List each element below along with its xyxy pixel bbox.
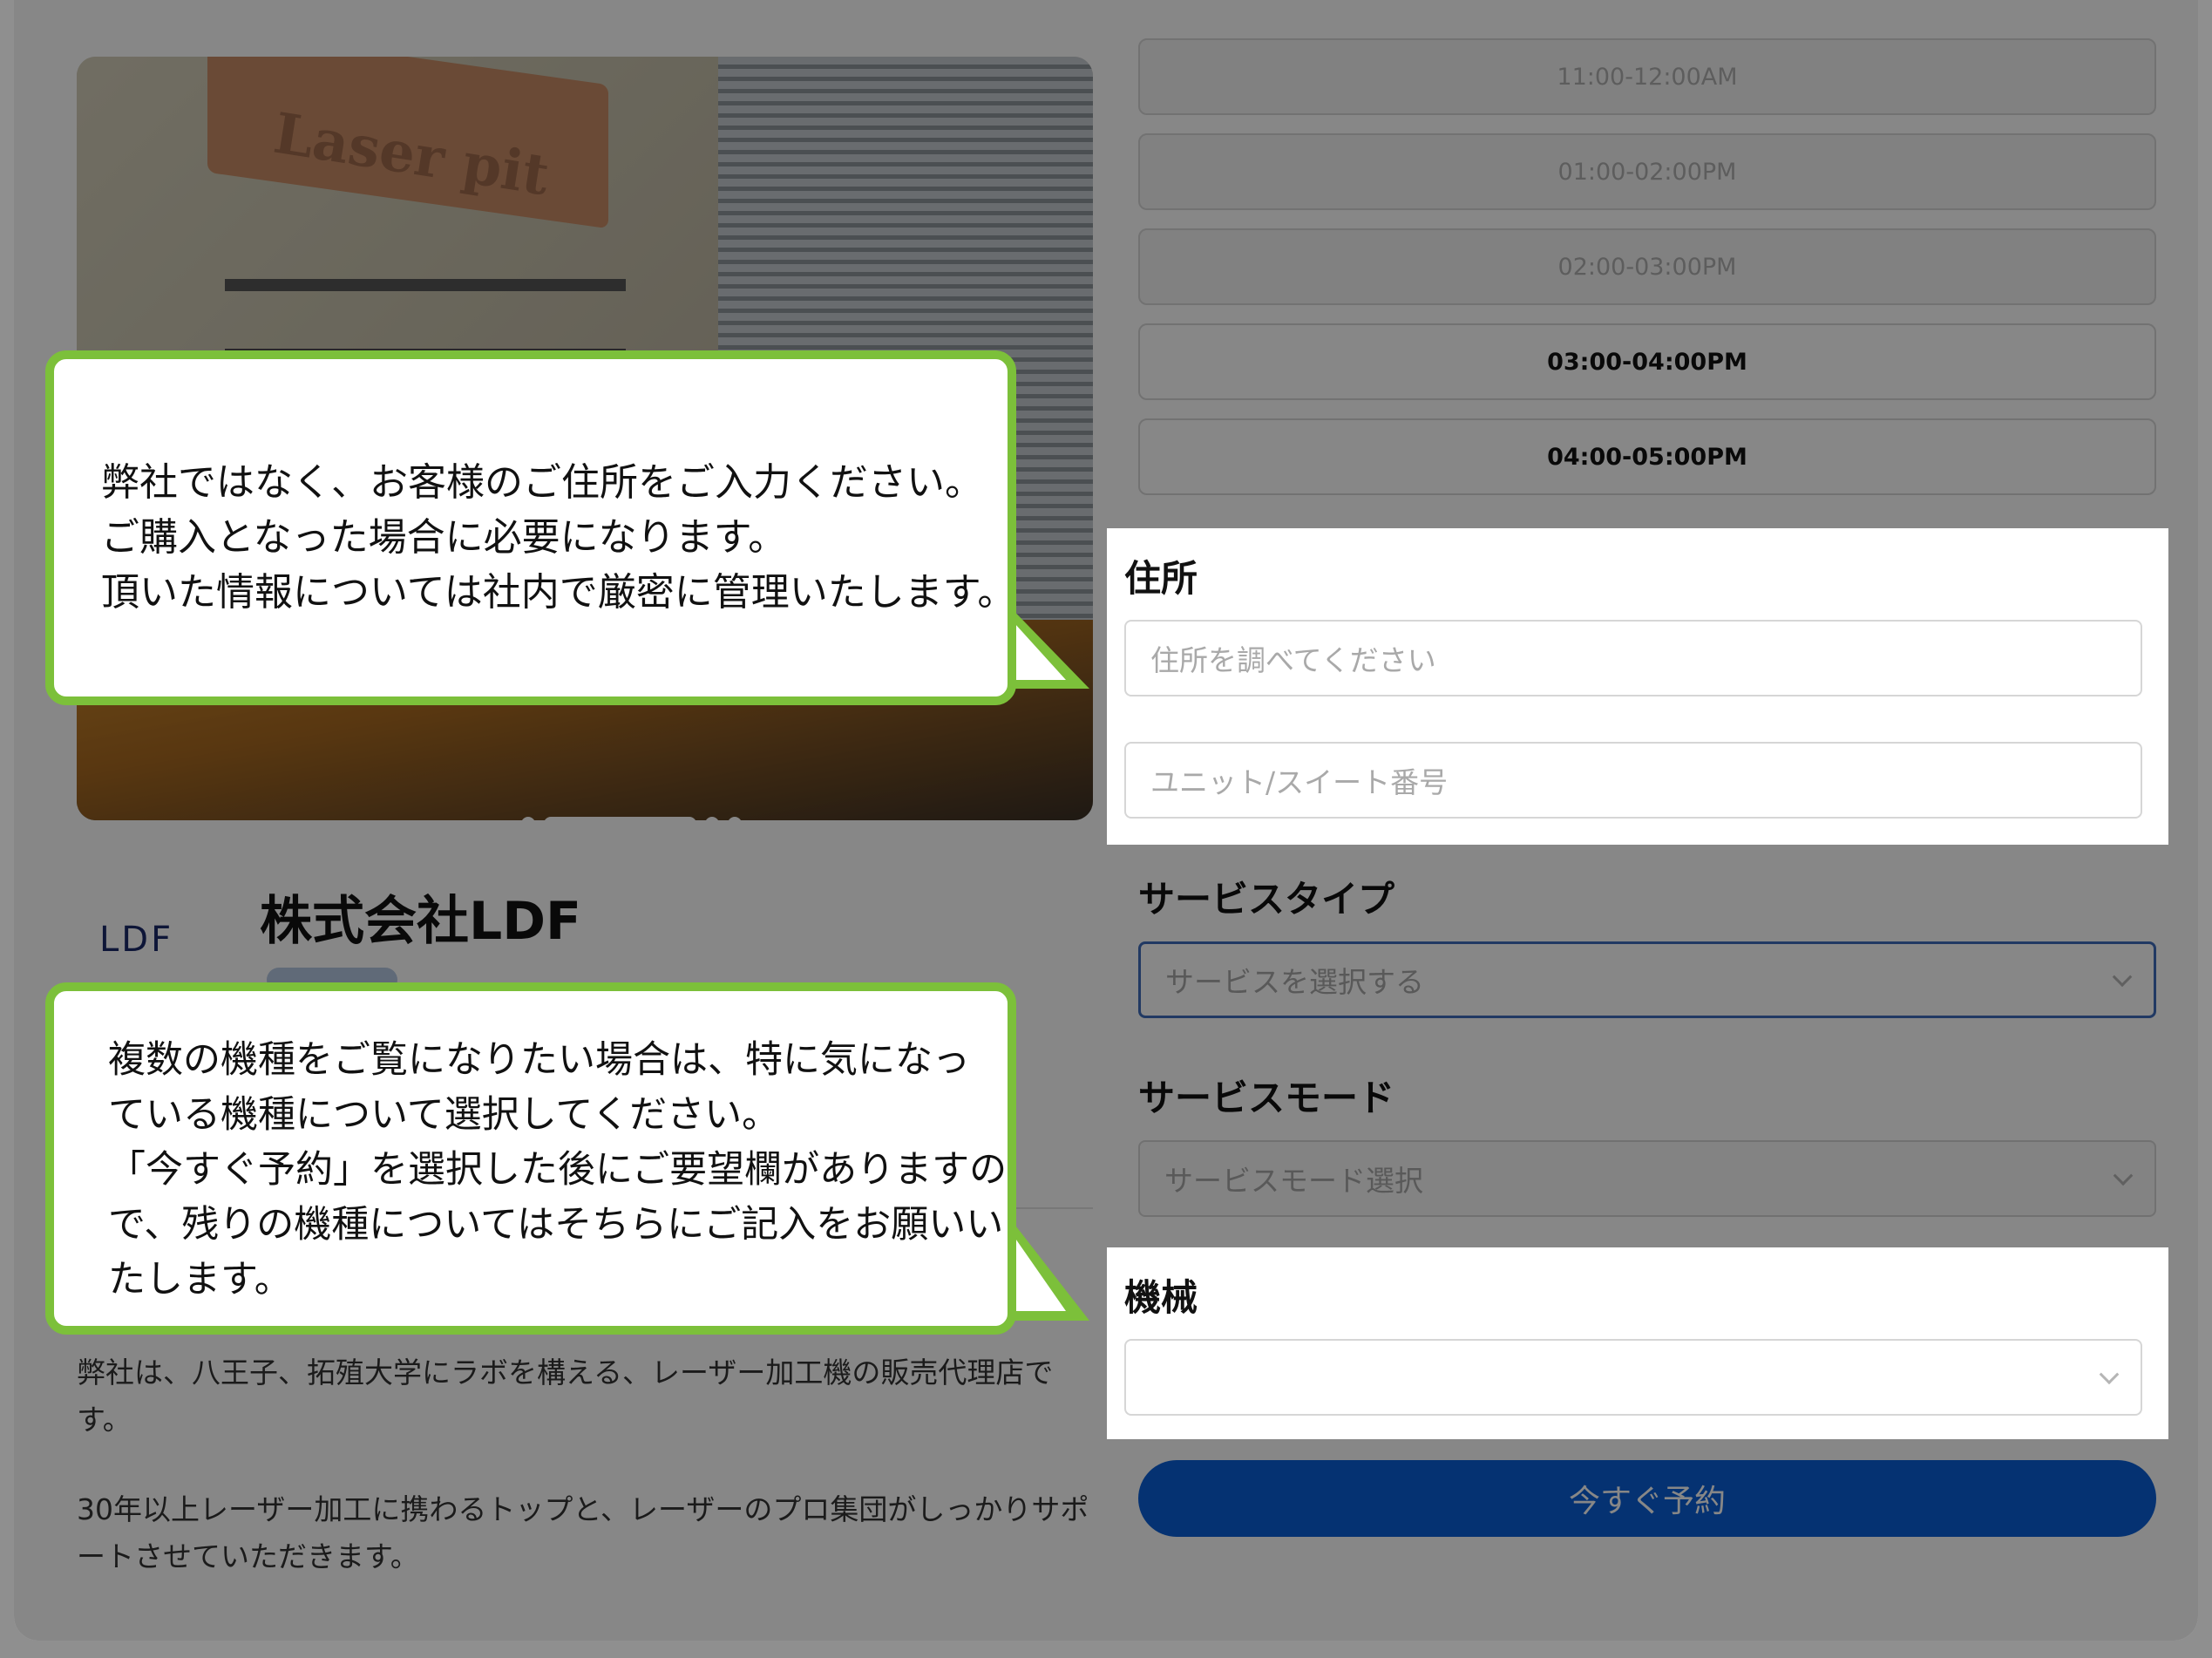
machine-section: 機械 [1107, 1247, 2168, 1439]
address-callout: 弊社ではなく、お客様のご住所をご入力ください。 ご購入となった場合に必要になりま… [45, 350, 1016, 705]
callout-line: 頂いた情報については社内で厳密に管理いたします。 [101, 570, 1016, 615]
callout-line: ご購入となった場合に必要になります。 [101, 515, 787, 560]
address-unit-input[interactable]: ユニット/スイート番号 [1124, 742, 2142, 819]
callout-line: で、残りの機種についてはそちらにご記入をお願いい [108, 1203, 1004, 1247]
chevron-down-icon [2099, 1364, 2120, 1385]
callout-line: 弊社ではなく、お客様のご住所をご入力ください。 [101, 460, 983, 505]
machine-select[interactable] [1124, 1339, 2142, 1416]
address-unit-placeholder: ユニット/スイート番号 [1150, 765, 1449, 799]
callout-line: たします。 [108, 1258, 292, 1301]
callout-line: 複数の機種をご覧になりたい場合は、特に気になっ [108, 1038, 970, 1082]
address-search-input[interactable]: 住所を調べてください [1124, 620, 2142, 696]
machine-callout: 複数の機種をご覧になりたい場合は、特に気になっ ている機種について選択してくださ… [45, 982, 1016, 1335]
callout-line: 「今すぐ予約」を選択した後にご要望欄がありますの [108, 1148, 1008, 1192]
address-search-placeholder: 住所を調べてください [1150, 643, 1436, 677]
callout-line: ている機種について選択してください。 [108, 1093, 780, 1137]
address-section: 住所 住所を調べてください ユニット/スイート番号 [1107, 528, 2168, 845]
machine-label: 機械 [1124, 1276, 1198, 1319]
address-label: 住所 [1124, 557, 1198, 600]
